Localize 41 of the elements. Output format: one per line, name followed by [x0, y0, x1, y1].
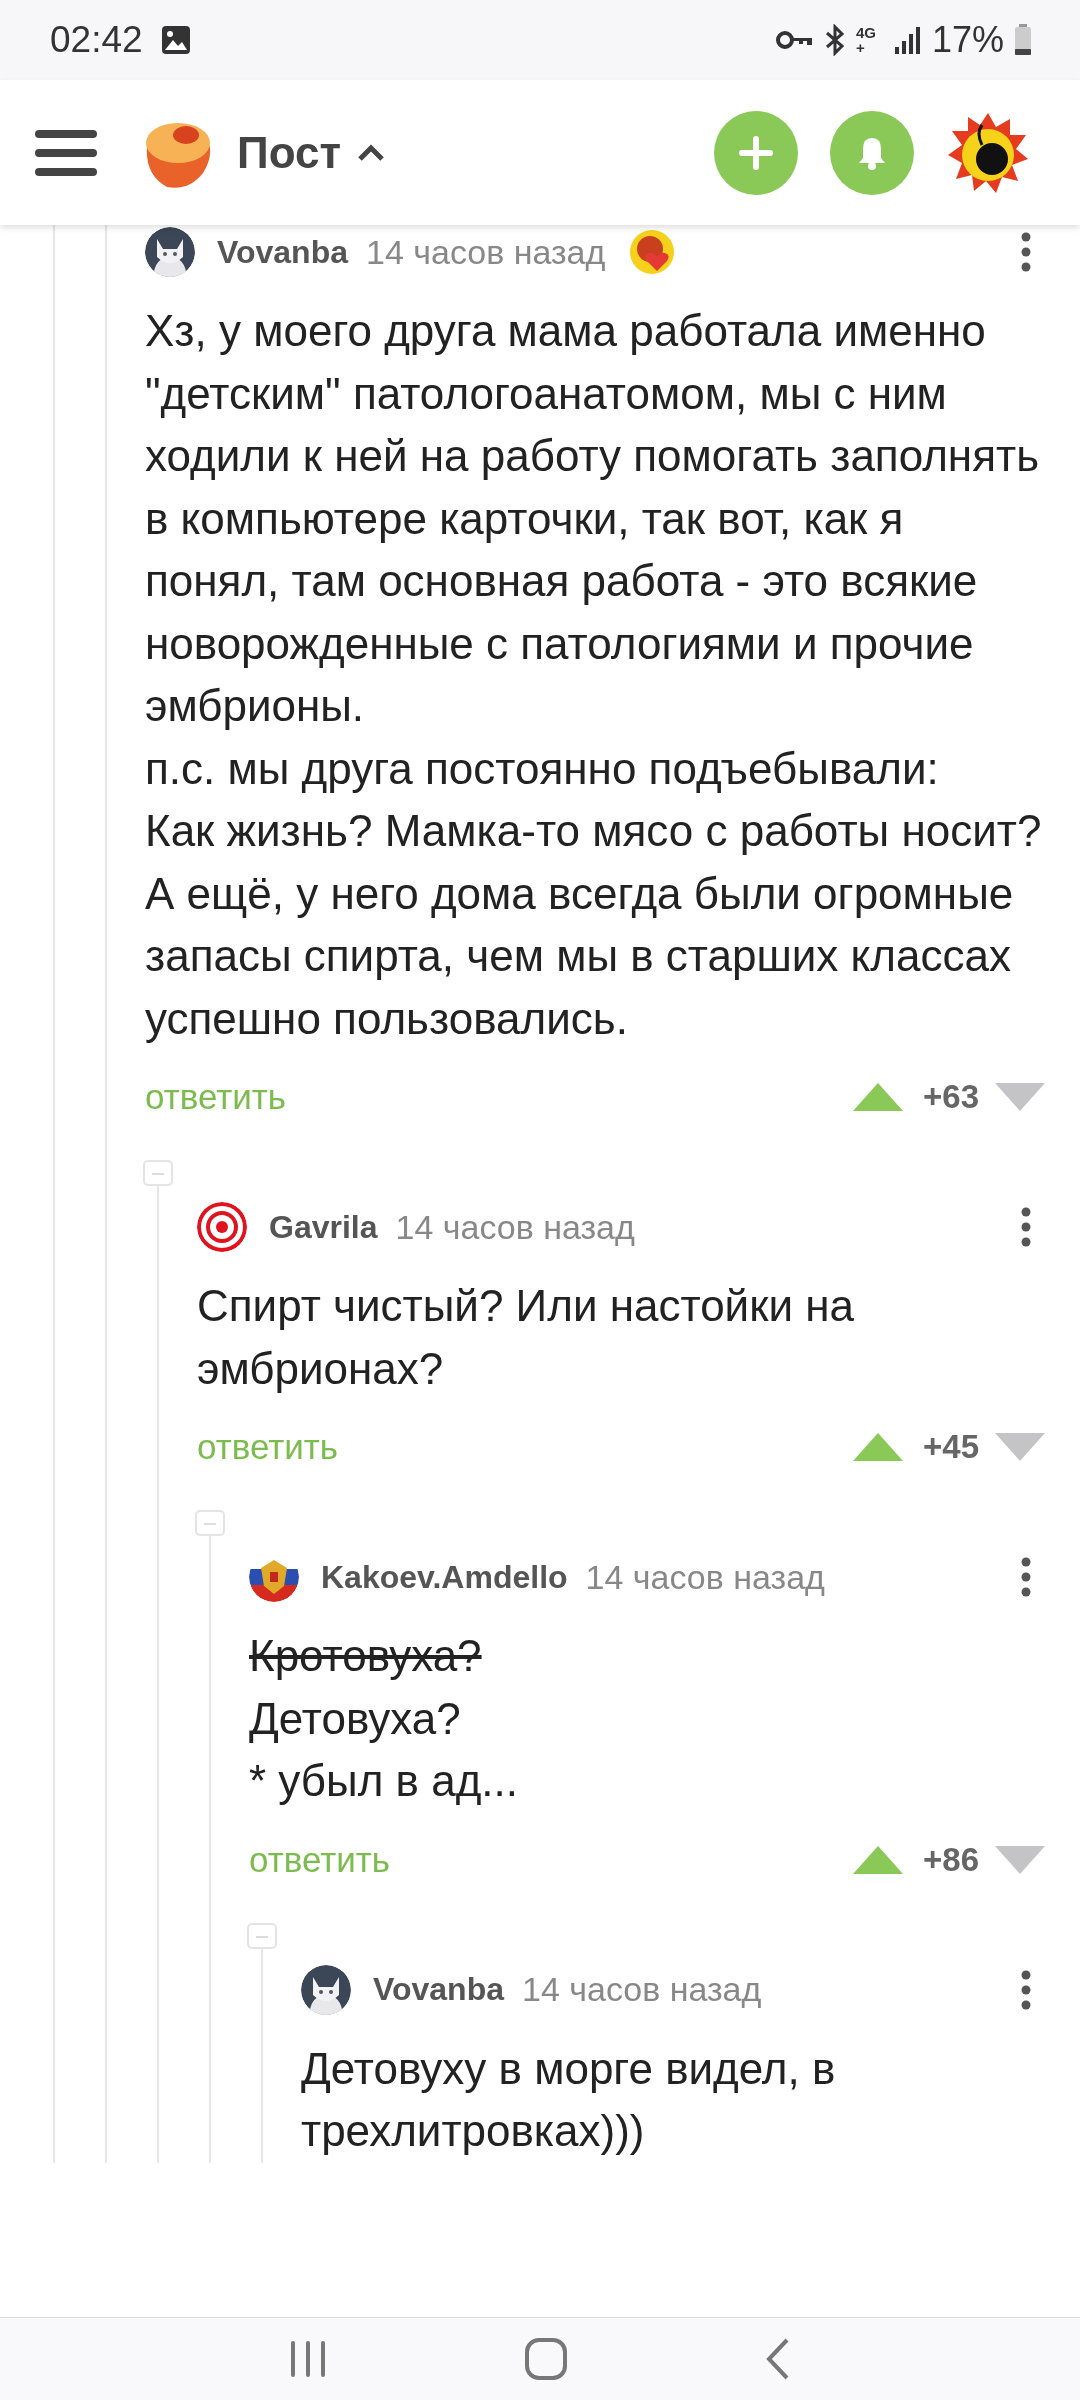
more-options-icon[interactable] [1021, 232, 1031, 272]
more-options-icon[interactable] [1021, 1207, 1031, 1247]
page-title[interactable]: Пост [237, 127, 341, 178]
gallery-icon [160, 25, 191, 55]
comment-text: * убыл в ад... [249, 1755, 519, 1807]
comment-time: 14 часов назад [366, 232, 606, 272]
signal-icon [893, 25, 922, 55]
comment-text: Детовуха? [249, 1692, 462, 1745]
comment-time: 14 часов назад [522, 1970, 762, 2009]
bell-icon [857, 135, 887, 170]
target-icon [197, 1202, 247, 1252]
battery-icon [1014, 24, 1032, 56]
menu-icon[interactable] [35, 129, 97, 176]
comment-text: Кротовуха? [249, 1630, 483, 1682]
rating-score: +86 [923, 1840, 979, 1879]
comment-text: п.с. мы друга постоянно подъебывали: [145, 742, 940, 795]
battery-percent: 17% [931, 19, 1004, 61]
home-icon[interactable] [525, 2338, 567, 2380]
comment-text: Как жизнь? Мамка-то мясо с работы носит? [145, 805, 1043, 857]
key-icon [775, 29, 814, 51]
comment-text: Детовуху в морге видел, в трехлитровках))) [301, 2042, 837, 2157]
rating-score: +63 [923, 1078, 979, 1116]
recent-apps-icon[interactable] [289, 2339, 327, 2379]
author-name[interactable]: Vovanba [373, 1971, 504, 2008]
more-options-icon[interactable] [1021, 1557, 1031, 1597]
more-options-icon[interactable] [1021, 1969, 1031, 2010]
comment-time: 14 часов назад [585, 1557, 825, 1597]
status-time: 02:42 [50, 19, 143, 61]
author-name[interactable]: Vovanba [217, 233, 348, 271]
author-name[interactable]: Gavrila [269, 1208, 378, 1246]
comment-text: А ещё, у него дома всегда были огромные запасы спирта, чем мы в старших классах успешно пользовались. [145, 867, 1015, 1045]
rating-score: +45 [923, 1428, 979, 1466]
comment-text: Хз, у моего друга мама работала именно "детским" патологоанатомом, мы с ним ходили к ней на работу помогать заполнять в компьютере карточки, так вот, как я понял, там основная работа - это всякие новорожденные с патологиями и прочие эмбрионы. [145, 305, 1041, 732]
plus-icon [739, 135, 773, 170]
comment-time: 14 часов назад [395, 1207, 635, 1247]
back-icon[interactable] [765, 2338, 791, 2380]
network-type: 4G+ [855, 25, 877, 55]
caret-up-icon[interactable] [356, 143, 385, 162]
comment-text: Спирт чистый? Или настойки на эмбрионах? [197, 1280, 855, 1395]
author-name[interactable]: Kakoev.Amdello [321, 1558, 568, 1596]
bluetooth-icon [823, 24, 846, 56]
